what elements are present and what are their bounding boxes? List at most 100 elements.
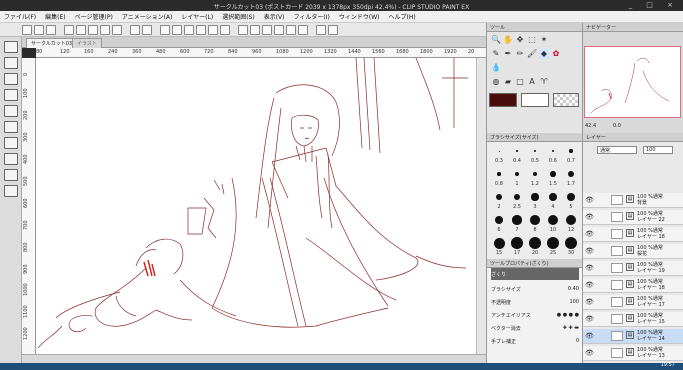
antialias-options[interactable]: ● ● ● ● [557,312,579,318]
page-icon[interactable] [112,24,122,35]
layer-row[interactable]: 👁 ▤ 100 %通常 レイヤー 18 [583,227,683,242]
menu-help[interactable]: ヘルプ(H) [388,12,415,21]
eyedropper-icon[interactable]: ✎ [491,49,501,59]
fill-icon[interactable] [184,24,194,35]
main-color-swatch[interactable] [489,93,517,107]
eye-icon[interactable]: 👁 [585,213,594,221]
select-icon[interactable] [196,24,206,35]
brush-size-dot[interactable] [566,192,576,202]
stabilize-row[interactable]: 手ブレ補正 0 [491,335,579,347]
vector-erase-row[interactable]: ベクター消去 ✚ ✚ ▬ [491,322,579,334]
brush-size-dot[interactable] [533,149,537,153]
eye-icon[interactable]: 👁 [585,332,594,340]
brush-size-dot[interactable] [496,194,502,200]
layer-opacity-input[interactable]: 100 [643,146,673,154]
menu-filter[interactable]: フィルター(I) [294,12,330,21]
brush-size-dot[interactable] [514,171,520,177]
eye-icon[interactable]: 👁 [585,315,594,323]
pencil-icon[interactable]: ✏ [515,49,525,59]
brush-size-dot[interactable] [569,149,573,153]
brush-size-dot[interactable] [565,237,577,249]
tab-second-document[interactable]: イラスト [72,38,102,48]
transform-icon[interactable] [172,24,182,35]
eye-icon[interactable]: 👁 [585,247,594,255]
new-page-icon[interactable] [64,24,74,35]
page-icon[interactable] [76,24,86,35]
menu-layer[interactable]: レイヤー(L) [181,12,213,21]
move-icon[interactable]: ✥ [515,35,525,45]
material-icon[interactable] [4,153,18,165]
layer-row[interactable]: 👁 ▤ 100 %通常 レイヤー 18 [583,278,683,293]
layer-row[interactable]: 👁 ▤ 100 %通常 レイヤー 14 [583,329,683,344]
eye-icon[interactable]: 👁 [585,230,594,238]
brush-size-dot[interactable] [513,193,521,201]
brush-size-row[interactable]: ブラシサイズ 0.40 [491,283,579,295]
deselect-icon[interactable] [208,24,218,35]
layer-row[interactable]: 👁 ▤ 100 %通常 レイヤー 15 [583,312,683,327]
layer-row[interactable]: 👁 ▤ 100 %通常 レイヤー 19 [583,261,683,276]
page-icon[interactable] [88,24,98,35]
menu-file[interactable]: ファイル(F) [4,12,36,21]
brush-size-dot[interactable] [532,171,538,177]
antialias-row[interactable]: アンチエイリアス ● ● ● ● [491,309,579,321]
settings-icon[interactable] [160,24,170,35]
menu-view[interactable]: 表示(V) [264,12,285,21]
menu-animation[interactable]: アニメーション(A) [122,12,173,21]
canvas-scrollbar[interactable] [476,58,486,354]
opacity-row[interactable]: 不透明度 100 [491,296,579,308]
snap-icon[interactable] [262,24,272,35]
brush-size-dot[interactable] [497,172,501,176]
wand-icon[interactable]: ✶ [539,35,549,45]
blend-icon[interactable]: 💧 [491,63,501,73]
zoom-icon[interactable]: 🔍 [491,35,501,45]
eraser-icon[interactable]: ◆ [539,49,549,59]
sub-color-swatch[interactable] [521,93,549,107]
text-icon[interactable]: A [527,77,537,87]
eye-icon[interactable]: 👁 [585,349,594,357]
layer-row[interactable]: 👁 ▤ 100 %通常 桜花 [583,244,683,259]
open-file-icon[interactable] [34,24,44,35]
balloon-icon[interactable]: ♈ [539,77,549,87]
drawing-canvas[interactable] [36,58,476,354]
transparent-color-swatch[interactable] [553,93,579,107]
menu-selection[interactable]: 選択範囲(S) [222,12,255,21]
eye-icon[interactable]: 👁 [585,196,594,204]
snap-icon[interactable] [286,24,296,35]
brush-size-dot[interactable] [516,150,518,152]
menu-window[interactable]: ウィンドウ(W) [339,12,380,21]
navigator-thumbnail[interactable] [584,46,681,118]
brush-size-dot[interactable] [547,214,559,226]
brush-size-dot[interactable] [493,237,505,249]
layer-row[interactable]: 👁 ▤ 100 %通常 レイヤー 13 [583,346,683,361]
invert-selection-icon[interactable] [220,24,230,35]
material-icon[interactable] [4,137,18,149]
snap-icon[interactable] [298,24,308,35]
snap-icon[interactable] [274,24,284,35]
material-icon[interactable] [4,185,18,197]
eye-icon[interactable]: 👁 [585,264,594,272]
brush-size-value[interactable]: 0.40 [568,286,579,292]
brush-size-dot[interactable] [530,215,540,225]
brush-size-dot[interactable] [550,171,556,177]
select-icon[interactable]: ⬚ [527,35,537,45]
brush-size-dot[interactable] [498,150,500,152]
brush-size-dot[interactable] [531,193,539,201]
material-icon[interactable] [4,73,18,85]
pen-icon[interactable]: ✒ [503,49,513,59]
brush-size-dot[interactable] [547,237,559,249]
hand-icon[interactable]: ✋ [503,35,513,45]
eye-icon[interactable]: 👁 [585,281,594,289]
brush-icon[interactable]: 🖌 [527,49,537,59]
snap-icon[interactable] [250,24,260,35]
brush-size-dot[interactable] [529,237,541,249]
menu-edit[interactable]: 編集(E) [45,12,65,21]
undo-icon[interactable] [130,24,140,35]
menu-page[interactable]: ページ管理(P) [75,12,113,21]
window-controls[interactable]: _ □ × [629,1,679,9]
layer-row[interactable]: 👁 ▤ 100 %通常 背景 [583,193,683,208]
material-icon[interactable] [4,41,18,53]
fill-icon[interactable]: ◍ [491,77,501,87]
brush-size-dot[interactable] [568,171,574,177]
brush-size-dot[interactable] [511,237,523,249]
new-file-icon[interactable] [22,24,32,35]
